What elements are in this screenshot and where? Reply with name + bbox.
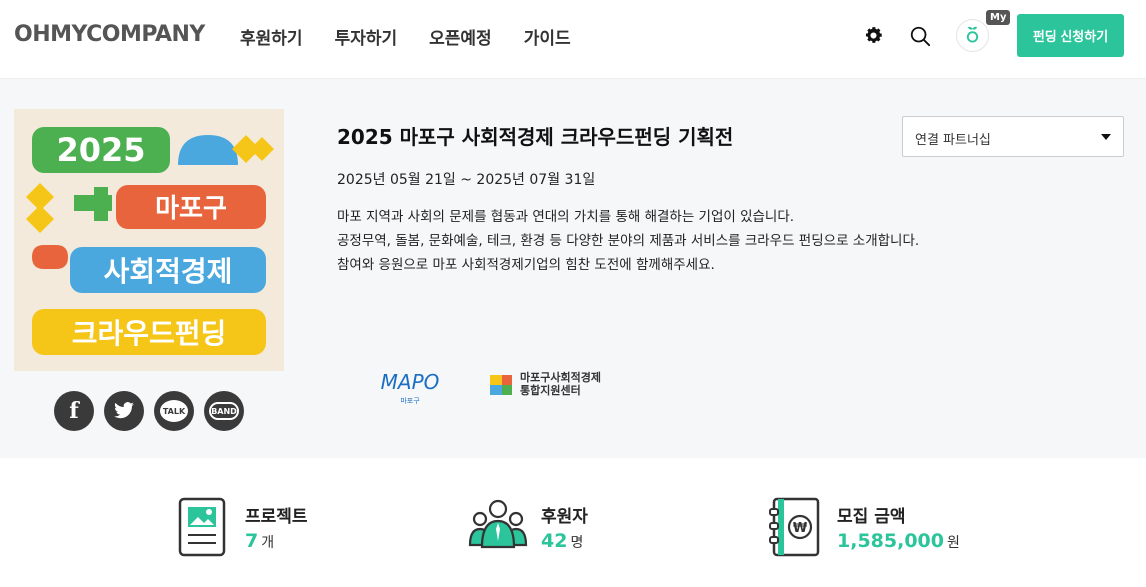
center-line1: 마포구사회적경제 bbox=[520, 371, 601, 384]
projects-value: 7 bbox=[245, 530, 259, 552]
band-share-button[interactable]: BAND bbox=[204, 391, 244, 431]
partner-select-value: 연결 파트너십 bbox=[915, 133, 991, 148]
poster-line2: 사회적경제 bbox=[104, 255, 233, 288]
band-icon: BAND bbox=[209, 402, 239, 420]
project-title: 2025 마포구 사회적경제 크라우드펀딩 기획전 bbox=[337, 125, 734, 149]
center-line2: 통합지원센터 bbox=[520, 384, 581, 397]
mapo-logo-graphic: MAPO 마포구 bbox=[381, 370, 440, 405]
amount-total: 1,585,000 원 bbox=[837, 530, 960, 552]
projects-count: 7개 bbox=[245, 530, 274, 552]
center-logo-mark bbox=[490, 375, 512, 395]
search-icon[interactable] bbox=[909, 25, 931, 47]
gear-icon[interactable] bbox=[863, 25, 884, 46]
amount-label: 모집 금액 bbox=[837, 507, 906, 527]
description-line: 공정무역, 돌봄, 문화예술, 테크, 환경 등 다양한 분야의 제품과 서비스… bbox=[337, 233, 920, 249]
description-line: 참여와 응원으로 마포 사회적경제기업의 힘찬 도전에 함께해주세요. bbox=[337, 257, 715, 273]
kakaotalk-icon: TALK bbox=[160, 400, 188, 422]
description-line: 마포 지역과 사회의 문제를 협동과 연대의 가치를 통해 해결하는 기업이 있… bbox=[337, 209, 795, 225]
poster-line3: 크라우드펀딩 bbox=[72, 317, 227, 350]
amount-value: 1,585,000 bbox=[837, 530, 944, 552]
backers-people-icon bbox=[468, 499, 528, 549]
logo-text: OHMYCOMPANY bbox=[14, 22, 205, 47]
svg-text:₩: ₩ bbox=[793, 521, 808, 536]
sprout-icon bbox=[966, 26, 979, 43]
projects-label: 프로젝트 bbox=[245, 507, 308, 527]
ohmycompany-logo[interactable]: OHMYCOMPANY bbox=[14, 22, 205, 47]
project-poster: 2025 마포구 사회적경제 크라우드펀딩 bbox=[14, 109, 284, 371]
backers-unit: 명 bbox=[570, 535, 584, 551]
backers-count: 42 명 bbox=[541, 530, 583, 552]
mapo-logo[interactable]: MAPO 마포구 bbox=[370, 367, 450, 411]
twitter-share-button[interactable] bbox=[104, 391, 144, 431]
poster-year: 2025 bbox=[56, 131, 145, 169]
center-logo-text: 마포구사회적경제 통합지원센터 bbox=[520, 371, 601, 397]
partner-select[interactable]: 연결 파트너십 bbox=[902, 116, 1124, 157]
funding-apply-button[interactable]: 펀딩 신청하기 bbox=[1017, 14, 1124, 57]
project-description: 마포 지역과 사회의 문제를 협동과 연대의 가치를 통해 해결하는 기업이 있… bbox=[337, 205, 919, 277]
amount-unit: 원 bbox=[946, 535, 960, 551]
twitter-icon bbox=[114, 402, 134, 419]
main-nav: 후원하기 투자하기 오픈예정 가이드 bbox=[240, 24, 603, 49]
chevron-down-icon bbox=[1101, 134, 1111, 140]
project-dates: 2025년 05월 21일 ~ 2025년 07월 31일 bbox=[337, 172, 596, 188]
nav-item-invest[interactable]: 투자하기 bbox=[335, 24, 398, 49]
my-badge[interactable]: My bbox=[986, 10, 1011, 25]
nav-item-upcoming[interactable]: 오픈예정 bbox=[429, 24, 492, 49]
kakaotalk-label: TALK bbox=[162, 406, 186, 416]
backers-label: 후원자 bbox=[541, 507, 588, 527]
poster-image: 2025 마포구 사회적경제 크라우드펀딩 bbox=[14, 109, 284, 371]
kakaotalk-share-button[interactable]: TALK bbox=[154, 391, 194, 431]
project-hero: 2025 마포구 사회적경제 크라우드펀딩 f TALK BAND 2025 마… bbox=[0, 79, 1146, 458]
nav-item-guide[interactable]: 가이드 bbox=[524, 24, 571, 49]
backers-value: 42 bbox=[541, 530, 568, 552]
poster-line1: 마포구 bbox=[155, 194, 227, 224]
facebook-share-button[interactable]: f bbox=[54, 391, 94, 431]
band-label: BAND bbox=[211, 406, 237, 416]
project-doc-icon bbox=[178, 497, 226, 557]
site-header: OHMYCOMPANY 후원하기 투자하기 오픈예정 가이드 My 펀딩 신청하… bbox=[0, 0, 1146, 79]
nav-item-sponsor[interactable]: 후원하기 bbox=[240, 24, 303, 49]
avatar[interactable] bbox=[956, 19, 989, 52]
mapo-logo-text: MAPO bbox=[381, 370, 440, 394]
ledger-won-icon: ₩ bbox=[769, 497, 820, 557]
mapo-logo-sub: 마포구 bbox=[400, 396, 420, 405]
facebook-icon: f bbox=[69, 398, 79, 424]
mapo-center-logo[interactable]: 마포구사회적경제 통합지원센터 bbox=[490, 371, 601, 397]
projects-unit: 개 bbox=[261, 535, 275, 551]
